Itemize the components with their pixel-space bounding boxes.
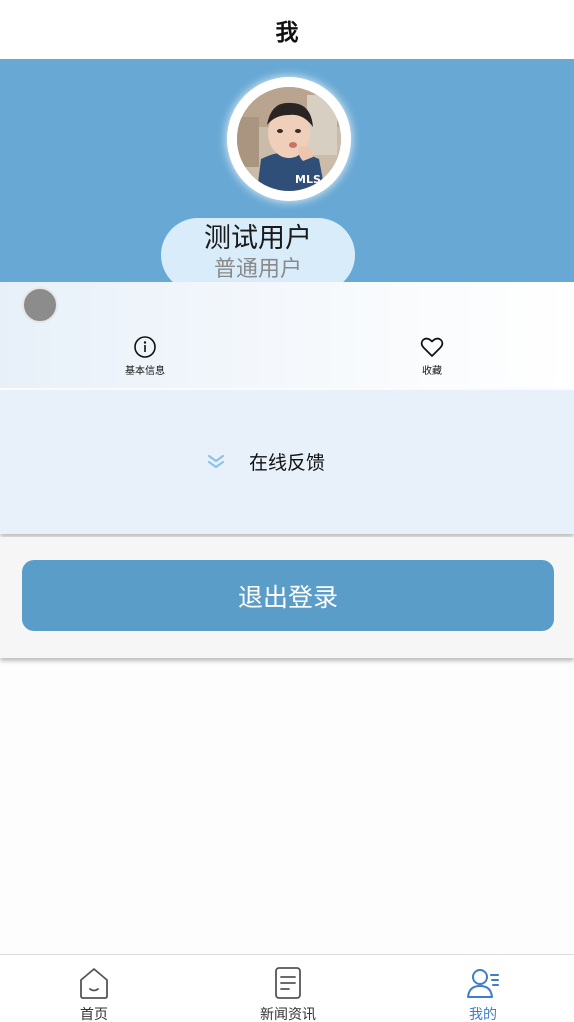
heart-icon bbox=[420, 337, 444, 357]
favorites-button[interactable]: 收藏 bbox=[392, 334, 472, 377]
tab-mine[interactable]: 我的 bbox=[433, 965, 533, 1022]
avatar-photo: MLS bbox=[237, 87, 341, 191]
basic-info-button[interactable]: 基本信息 bbox=[105, 334, 185, 377]
page-title: 我 bbox=[275, 18, 299, 46]
user-role: 普通用户 bbox=[213, 257, 302, 282]
bottom-tab-bar: 首页 新闻资讯 我的 bbox=[0, 954, 574, 1022]
home-icon bbox=[80, 968, 108, 999]
feedback-button[interactable]: 在线反馈 bbox=[205, 448, 325, 475]
shirt-print: MLS bbox=[295, 173, 321, 186]
document-icon bbox=[275, 967, 301, 999]
title-bar: 我 bbox=[0, 0, 574, 59]
tab-mine-label: 我的 bbox=[469, 1007, 497, 1022]
double-chevron-down-icon bbox=[207, 454, 225, 468]
avatar[interactable]: MLS bbox=[237, 87, 341, 191]
quick-actions: 基本信息 收藏 bbox=[0, 282, 574, 388]
tab-home[interactable]: 首页 bbox=[44, 965, 144, 1022]
profile-page: 我 MLS 测试用户 普通用户 基本信息 收藏 在线反馈 退出登录 首页 新闻资… bbox=[0, 0, 574, 1022]
user-name: 测试用户 bbox=[204, 223, 312, 254]
info-circle-icon bbox=[134, 336, 156, 358]
tab-home-label: 首页 bbox=[80, 1007, 108, 1022]
feedback-panel: 在线反馈 bbox=[0, 390, 574, 534]
favorites-label: 收藏 bbox=[422, 366, 442, 377]
user-badge: 测试用户 普通用户 bbox=[161, 218, 355, 292]
basic-info-label: 基本信息 bbox=[125, 366, 165, 377]
logout-section: 退出登录 bbox=[0, 537, 574, 658]
tab-news[interactable]: 新闻资讯 bbox=[238, 965, 338, 1022]
profile-header: MLS 测试用户 普通用户 bbox=[0, 59, 574, 292]
feedback-label: 在线反馈 bbox=[249, 452, 326, 474]
status-dot bbox=[22, 287, 58, 323]
user-icon bbox=[467, 969, 499, 998]
logout-button[interactable]: 退出登录 bbox=[22, 560, 554, 631]
avatar-frame: MLS bbox=[227, 77, 351, 201]
tab-news-label: 新闻资讯 bbox=[260, 1007, 316, 1022]
